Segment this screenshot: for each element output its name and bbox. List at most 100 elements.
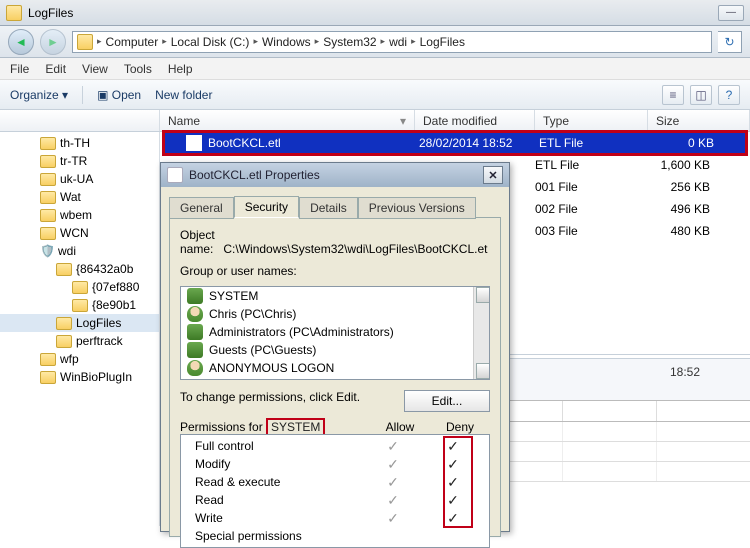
new-folder-button[interactable]: New folder	[155, 88, 212, 102]
tab-security[interactable]: Security	[234, 196, 299, 218]
group-icon	[187, 324, 203, 340]
tree-node[interactable]: Wat	[0, 188, 159, 206]
menu-edit[interactable]: Edit	[45, 62, 66, 76]
folder-icon	[56, 335, 72, 348]
allow-check[interactable]: ✓	[363, 438, 423, 455]
group-item[interactable]: SYSTEM	[181, 287, 489, 305]
tree-label: wdi	[58, 244, 76, 258]
tree-node[interactable]: {07ef880	[0, 278, 159, 296]
file-type: 001 File	[535, 180, 648, 194]
tree-node[interactable]: th-TH	[0, 134, 159, 152]
explorer-toolbar: Organize ▾ ▣ Open New folder ≡ ◫ ?	[0, 80, 750, 110]
file-size: 256 KB	[648, 180, 728, 194]
file-type: 003 File	[535, 224, 648, 238]
view-mode-button[interactable]: ≡	[662, 85, 684, 105]
allow-check[interactable]: ✓	[363, 474, 423, 491]
folder-icon	[56, 263, 72, 276]
tree-node[interactable]: tr-TR	[0, 152, 159, 170]
dialog-titlebar[interactable]: BootCKCL.etl Properties ✕	[161, 163, 509, 187]
tree-node[interactable]: 🛡️ wdi	[0, 242, 159, 260]
group-item[interactable]: Guests (PC\Guests)	[181, 341, 489, 359]
folder-icon	[6, 5, 22, 21]
tree-label: Wat	[60, 190, 81, 204]
allow-check[interactable]: ✓	[363, 456, 423, 473]
tree-label: uk-UA	[60, 172, 93, 186]
allow-check[interactable]: ✓	[363, 510, 423, 527]
tree-node[interactable]: {86432a0b	[0, 260, 159, 278]
security-panel: Object name: C:\Windows\System32\wdi\Log…	[169, 217, 501, 537]
tree-node[interactable]: perftrack	[0, 332, 159, 350]
file-size: 1,600 KB	[648, 158, 728, 172]
col-size[interactable]: Size	[648, 110, 750, 131]
allow-header: Allow	[370, 420, 430, 434]
tree-node[interactable]: wbem	[0, 206, 159, 224]
permission-list: Full control✓✓Modify✓✓Read & execute✓✓Re…	[180, 434, 490, 548]
col-date[interactable]: Date modified	[415, 110, 535, 131]
file-date: 28/02/2014 18:52	[419, 136, 539, 150]
user-icon	[187, 306, 203, 322]
perm-label: Full control	[187, 439, 363, 453]
deny-header: Deny	[430, 420, 490, 434]
refresh-button[interactable]: ↻	[718, 31, 742, 53]
open-button[interactable]: ▣ Open	[97, 88, 141, 102]
folder-icon	[40, 155, 56, 168]
group-item[interactable]: Chris (PC\Chris)	[181, 305, 489, 323]
tree-node[interactable]: {8e90b1	[0, 296, 159, 314]
menu-bar: File Edit View Tools Help	[0, 58, 750, 80]
edit-button[interactable]: Edit...	[404, 390, 490, 412]
menu-view[interactable]: View	[82, 62, 108, 76]
tree-node[interactable]: WinBioPlugIn	[0, 368, 159, 386]
col-type[interactable]: Type	[535, 110, 648, 131]
help-button[interactable]: ?	[718, 85, 740, 105]
tree-node[interactable]: WCN	[0, 224, 159, 242]
nav-forward-button[interactable]: ►	[40, 29, 66, 55]
object-path: C:\Windows\System32\wdi\LogFiles\BootCKC…	[223, 242, 487, 256]
group-user-list[interactable]: SYSTEM Chris (PC\Chris) Administrators (PC…	[180, 286, 490, 380]
organize-button[interactable]: Organize ▾	[10, 88, 68, 102]
folder-tree[interactable]: th-THtr-TR uk-UA Wat wbemWCN 🛡️ wdi{86432a0b {…	[0, 132, 160, 526]
window-controls: —	[718, 5, 744, 21]
address-bar-row: ◄ ► ▸Computer ▸Local Disk (C:) ▸Windows …	[0, 26, 750, 58]
file-type: ETL File	[535, 158, 648, 172]
group-label: Chris (PC\Chris)	[209, 307, 296, 321]
tree-node[interactable]: wfp	[0, 350, 159, 368]
group-label: ANONYMOUS LOGON	[209, 361, 334, 375]
file-icon	[167, 167, 183, 183]
group-item[interactable]: Administrators (PC\Administrators)	[181, 323, 489, 341]
breadcrumb[interactable]: ▸Computer ▸Local Disk (C:) ▸Windows ▸Sys…	[72, 31, 712, 53]
menu-file[interactable]: File	[10, 62, 29, 76]
file-size: 480 KB	[648, 224, 728, 238]
tab-previous-versions[interactable]: Previous Versions	[358, 197, 476, 219]
menu-tools[interactable]: Tools	[124, 62, 152, 76]
permission-row: Special permissions	[181, 527, 489, 545]
col-name[interactable]: Name ▾	[160, 110, 415, 131]
preview-pane-button[interactable]: ◫	[690, 85, 712, 105]
deny-check[interactable]: ✓	[423, 474, 483, 491]
deny-check[interactable]: ✓	[423, 492, 483, 509]
group-item[interactable]: ANONYMOUS LOGON	[181, 359, 489, 377]
allow-check[interactable]: ✓	[363, 492, 423, 509]
perm-for-label: Permissions for	[180, 420, 263, 434]
folder-icon	[40, 227, 56, 240]
tree-node[interactable]: LogFiles	[0, 314, 159, 332]
tree-label: {86432a0b	[76, 262, 133, 276]
permission-row: Read✓✓	[181, 491, 489, 509]
group-icon	[187, 288, 203, 304]
perm-label: Modify	[187, 457, 363, 471]
perm-label: Special permissions	[187, 529, 363, 543]
deny-check[interactable]: ✓	[423, 438, 483, 455]
file-size: 496 KB	[648, 202, 728, 216]
nav-back-button[interactable]: ◄	[8, 29, 34, 55]
minimize-button[interactable]: —	[718, 5, 744, 21]
file-row[interactable]: BootCKCL.etl28/02/2014 18:52ETL File0 KB	[164, 132, 746, 154]
deny-check[interactable]: ✓	[423, 456, 483, 473]
shield-icon: 🛡️	[40, 244, 54, 258]
tab-details[interactable]: Details	[299, 197, 358, 219]
deny-check[interactable]: ✓	[423, 510, 483, 527]
permission-row: Modify✓✓	[181, 455, 489, 473]
tree-node[interactable]: uk-UA	[0, 170, 159, 188]
tab-general[interactable]: General	[169, 197, 234, 219]
menu-help[interactable]: Help	[168, 62, 193, 76]
close-button[interactable]: ✕	[483, 166, 503, 184]
scrollbar[interactable]	[473, 287, 489, 379]
